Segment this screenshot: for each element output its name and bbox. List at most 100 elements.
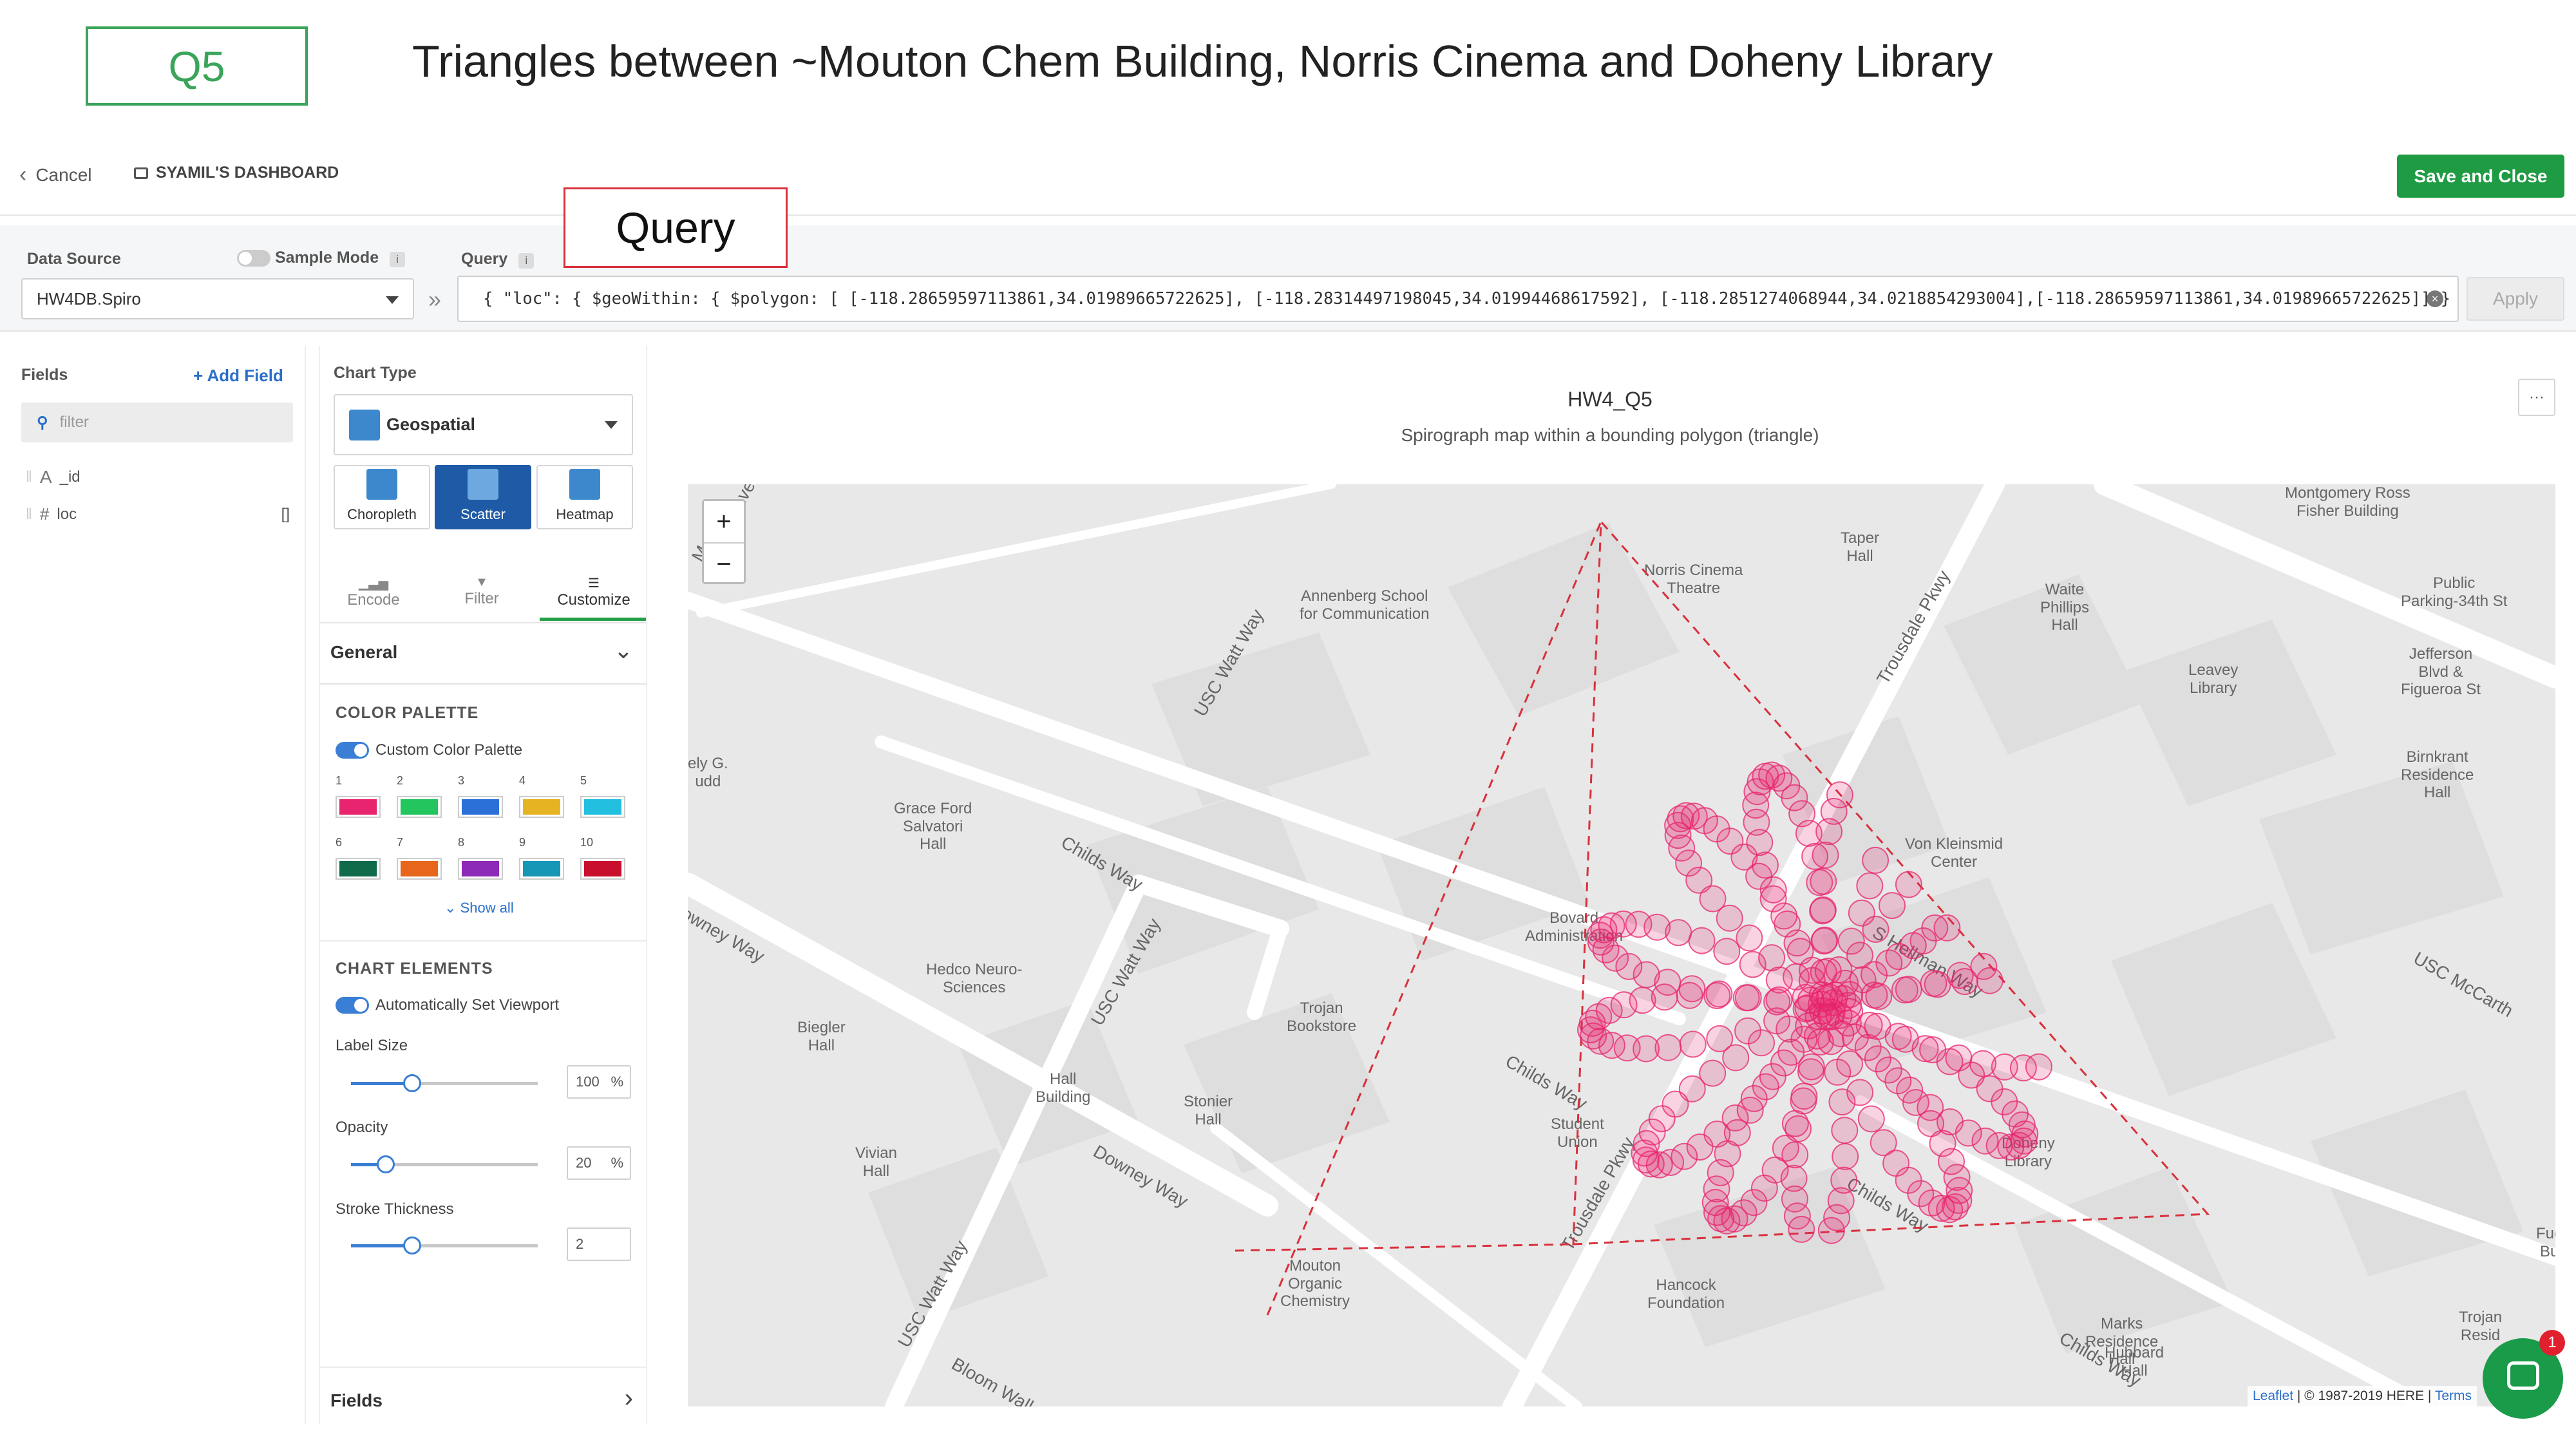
stroke-thickness-slider-handle[interactable]	[403, 1236, 421, 1255]
swatch-number: 6	[336, 836, 343, 849]
choropleth-button[interactable]: Choropleth	[334, 465, 430, 529]
chevron-left-icon: ‹	[19, 162, 27, 187]
info-icon[interactable]: i	[390, 252, 406, 267]
info-icon[interactable]: i	[518, 253, 535, 269]
stroke-thickness-input[interactable]: 2	[567, 1227, 631, 1261]
show-all-label: Show all	[460, 900, 514, 916]
opacity-input[interactable]: 20%	[567, 1146, 631, 1180]
swatch-number: 4	[519, 774, 526, 787]
save-and-close-button[interactable]: Save and Close	[2397, 155, 2564, 198]
spiro-point	[1846, 942, 1873, 969]
label-size-label: Label Size	[336, 1037, 408, 1054]
tab-encode[interactable]: ▁▃▅ Encode	[322, 575, 425, 609]
query-text: { "loc": { $geoWithin: { $polygon: [ [-1…	[483, 289, 2459, 308]
spiro-point	[1919, 1036, 1947, 1064]
color-swatch-4[interactable]	[519, 796, 564, 818]
spiro-point	[1801, 842, 1829, 870]
add-field-button[interactable]: + Add Field	[193, 366, 283, 386]
spiro-point	[1836, 998, 1864, 1025]
color-swatch-7[interactable]	[397, 858, 442, 880]
spiro-point	[1679, 1030, 1707, 1058]
sample-mode-group: Sample Mode i	[237, 249, 406, 267]
color-swatch-5[interactable]	[580, 796, 625, 818]
spiro-point	[1946, 961, 1974, 989]
auto-viewport-toggle-row[interactable]: Automatically Set Viewport	[336, 996, 559, 1014]
sample-mode-toggle[interactable]	[237, 250, 270, 267]
chart-subtitle: Spirograph map within a bounding polygon…	[1401, 425, 1819, 445]
spiro-point	[1774, 910, 1801, 938]
heatmap-button[interactable]: Heatmap	[536, 465, 633, 529]
spiro-point	[1879, 892, 1906, 920]
chart-type-select[interactable]: Geospatial	[334, 394, 633, 455]
fields-section-header[interactable]: Fields ›	[320, 1375, 646, 1420]
spiro-point	[1810, 927, 1838, 955]
field-item[interactable]: ‖ # loc []	[26, 504, 290, 524]
field-filter-input[interactable]: ⚲ filter	[21, 402, 293, 442]
zoom-out-button[interactable]: −	[704, 544, 744, 585]
label-size-slider-handle[interactable]	[403, 1074, 421, 1092]
data-source-select[interactable]: HW4DB.Spiro	[21, 278, 414, 319]
dashboard-link[interactable]: SYAMIL'S DASHBOARD	[134, 164, 339, 182]
spiro-point	[1899, 932, 1927, 960]
tab-filter[interactable]: ▼ Filter	[430, 575, 533, 608]
custom-palette-toggle-row[interactable]: Custom Color Palette	[336, 741, 522, 759]
leaflet-link[interactable]: Leaflet	[2253, 1388, 2293, 1403]
sliders-icon: ☰	[588, 576, 600, 591]
color-swatch-8[interactable]	[458, 858, 503, 880]
search-icon: ⚲	[37, 413, 48, 431]
filter-icon: ▼	[475, 575, 488, 589]
color-swatch-6[interactable]	[336, 858, 381, 880]
spiro-point	[2025, 1053, 2052, 1081]
attribution-text: | © 1987-2019 HERE |	[2293, 1388, 2435, 1403]
auto-viewport-toggle[interactable]	[336, 997, 369, 1014]
color-swatch-9[interactable]	[519, 858, 564, 880]
spiro-point	[1781, 1141, 1809, 1169]
color-palette-heading: COLOR PALETTE	[336, 704, 479, 722]
number-type-icon: #	[39, 504, 50, 524]
custom-palette-toggle[interactable]	[336, 742, 369, 759]
color-swatch-2[interactable]	[397, 796, 442, 818]
spiro-point	[1734, 1017, 1761, 1045]
clear-query-icon[interactable]: ×	[2427, 290, 2443, 307]
divider	[320, 940, 646, 942]
zoom-in-button[interactable]: +	[704, 501, 744, 544]
field-item[interactable]: ‖ A _id	[26, 467, 80, 488]
spiro-point	[1875, 949, 1903, 977]
stroke-thickness-value: 2	[576, 1236, 584, 1252]
map-attribution: Leaflet | © 1987-2019 HERE | Terms	[2248, 1386, 2477, 1406]
color-swatch-3[interactable]	[458, 796, 503, 818]
show-all-link[interactable]: ⌄ Show all	[444, 900, 514, 916]
spiro-point	[1759, 885, 1787, 913]
cancel-button[interactable]: ‹ Cancel	[19, 162, 92, 187]
color-swatch-1[interactable]	[336, 796, 381, 818]
encode-icon: ▁▃▅	[358, 576, 389, 591]
opacity-slider-handle[interactable]	[377, 1155, 395, 1173]
scatter-button[interactable]: Scatter	[435, 465, 531, 529]
map[interactable]: Taper Hall Norris Cinema Theatre Montgomery …	[688, 484, 2555, 1406]
more-options-button[interactable]: ···	[2518, 379, 2555, 416]
swatch-number: 3	[458, 774, 465, 787]
label-size-input[interactable]: 100%	[567, 1065, 631, 1099]
percent-unit: %	[611, 1074, 623, 1090]
spiro-point	[1790, 1087, 1817, 1115]
spiro-point	[1831, 1117, 1859, 1144]
spiro-point	[1875, 1056, 1902, 1084]
heatmap-icon	[569, 469, 600, 500]
dashboard-name: SYAMIL'S DASHBOARD	[156, 164, 339, 182]
apply-button[interactable]: Apply	[2467, 277, 2564, 321]
spiro-point	[1828, 1088, 1856, 1116]
spiro-point	[1891, 976, 1918, 1004]
data-source-label: Data Source	[27, 250, 121, 268]
general-section-header[interactable]: General ⌄	[320, 628, 646, 685]
spiro-point	[1921, 914, 1949, 942]
spiro-point	[1688, 927, 1716, 954]
query-annotation: Query	[564, 187, 788, 268]
geospatial-icon	[349, 410, 380, 440]
triangle-extension-line	[1235, 1243, 1574, 1252]
tab-customize[interactable]: ☰ Customize	[542, 575, 645, 609]
terms-link[interactable]: Terms	[2435, 1388, 2472, 1403]
spiro-point	[1945, 1044, 1973, 1072]
color-swatch-10[interactable]	[580, 858, 625, 880]
percent-unit: %	[611, 1155, 623, 1171]
query-input[interactable]: { "loc": { $geoWithin: { $polygon: [ [-1…	[457, 276, 2459, 322]
